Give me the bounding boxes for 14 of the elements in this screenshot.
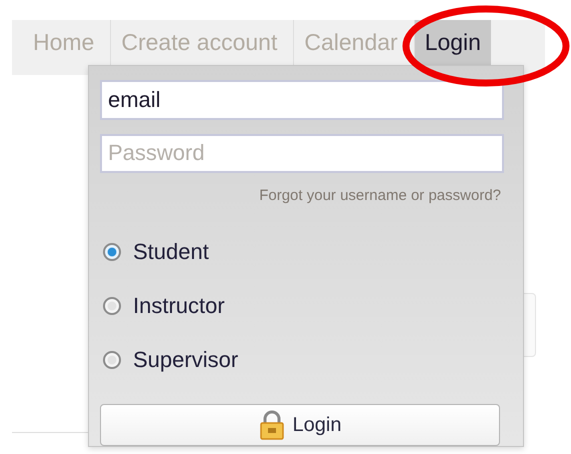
role-label: Instructor: [133, 293, 225, 320]
login-button[interactable]: Login: [100, 404, 500, 446]
radio-button[interactable]: [103, 297, 121, 316]
radio-button[interactable]: [103, 351, 121, 370]
role-option[interactable]: Student: [103, 240, 209, 264]
email-field[interactable]: email: [100, 80, 504, 120]
role-label: Supervisor: [133, 347, 238, 374]
role-option[interactable]: Instructor: [103, 294, 225, 318]
password-field[interactable]: Password: [100, 134, 504, 174]
role-option[interactable]: Supervisor: [103, 348, 238, 372]
padlock-icon: [258, 410, 285, 440]
role-label: Student: [133, 239, 209, 266]
radio-button[interactable]: [103, 243, 121, 262]
nav-link[interactable]: Login: [414, 20, 491, 65]
